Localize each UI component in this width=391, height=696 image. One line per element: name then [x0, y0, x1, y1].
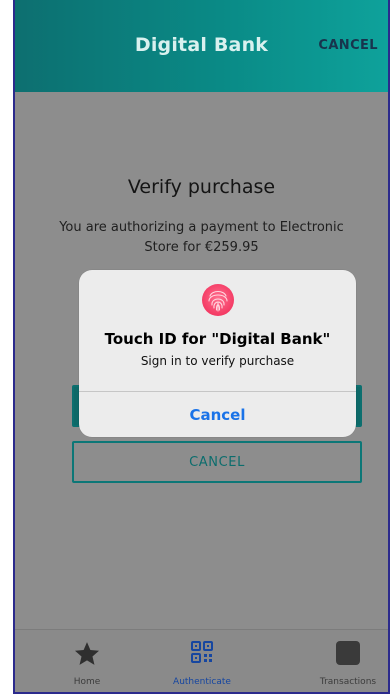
bottom-tab-bar: Home Authenticate Transactions — [15, 629, 388, 692]
qr-code-icon — [191, 641, 213, 663]
tab-authenticate[interactable]: Authenticate — [157, 630, 247, 692]
tab-transactions-label: Transactions — [319, 677, 377, 687]
tab-transactions[interactable]: Transactions — [303, 630, 388, 692]
square-icon — [336, 641, 360, 665]
app-header: Digital Bank CANCEL — [15, 0, 388, 92]
tab-home[interactable]: Home — [42, 630, 132, 692]
verify-title: Verify purchase — [127, 176, 276, 198]
header-cancel-button[interactable]: CANCEL — [318, 38, 378, 53]
touch-id-title: Touch ID for "Digital Bank" — [104, 330, 331, 348]
tab-authenticate-label: Authenticate — [173, 677, 231, 687]
app-screen: Digital Bank CANCEL Verify purchase You … — [13, 0, 390, 694]
touch-id-dialog: Touch ID for "Digital Bank" Sign in to v… — [79, 270, 356, 437]
tab-home-label: Home — [73, 677, 101, 687]
fingerprint-icon — [202, 284, 234, 316]
payment-description: You are authorizing a payment to Electro… — [59, 220, 344, 255]
touch-id-subtitle: Sign in to verify purchase — [140, 354, 295, 368]
touch-id-cancel-button[interactable]: Cancel — [79, 392, 356, 437]
star-icon — [74, 642, 100, 665]
cancel-button[interactable]: CANCEL — [72, 441, 362, 483]
